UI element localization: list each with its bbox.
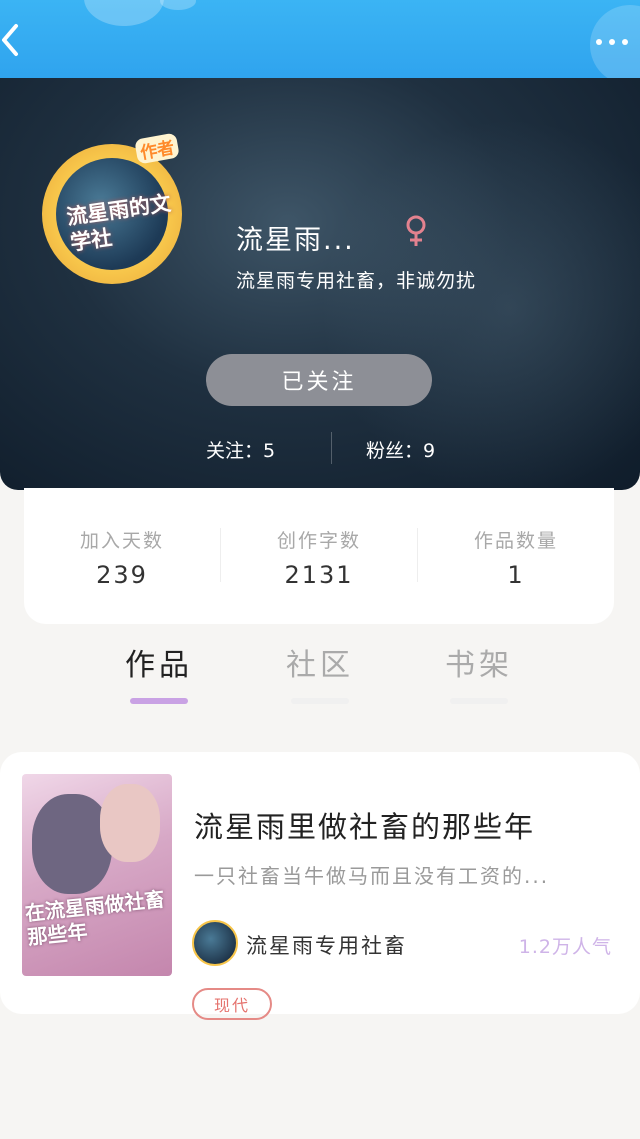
genre-tag[interactable]: 现代: [192, 988, 272, 1020]
tab-bar: 作品 社区 书架: [0, 640, 640, 710]
tab-label: 作品: [125, 648, 193, 683]
popularity: 1.2万人气: [518, 936, 612, 958]
follow-stats: 关注：5 粉丝：9: [0, 430, 640, 466]
author-badge: 作者: [134, 132, 180, 165]
signature: 流星雨专用社畜，非诚勿扰: [236, 270, 477, 292]
stat-label: 创作字数: [276, 530, 361, 552]
book-cover[interactable]: 在流星雨做社畜那些年: [22, 774, 172, 976]
following-count[interactable]: 关注：5: [206, 436, 275, 463]
more-dot-icon: [596, 39, 602, 45]
tab-indicator: [450, 698, 508, 704]
tab-indicator: [291, 698, 349, 704]
cover-figure: [100, 784, 160, 862]
fans-count[interactable]: 粉丝：9: [366, 436, 435, 463]
profile-header: 流星雨的文学社 作者 流星雨... 流星雨专用社畜，非诚勿扰 已关注 关注：5 …: [0, 78, 640, 490]
stat-label: 作品数量: [473, 530, 558, 552]
stat-label: 加入天数: [79, 530, 164, 552]
tab-label: 书架: [445, 648, 513, 683]
stat-join-days: 加入天数 239: [24, 526, 220, 589]
tab-community[interactable]: 社区: [275, 640, 365, 704]
decor-bubble: [84, 0, 164, 26]
more-dot-icon: [622, 39, 628, 45]
top-bar: [0, 0, 640, 80]
author-avatar[interactable]: [192, 920, 238, 966]
stat-value: 239: [96, 561, 148, 589]
tab-bookshelf[interactable]: 书架: [434, 640, 524, 704]
works-list: 在流星雨做社畜那些年 流星雨里做社畜的那些年 一只社畜当牛做马而且没有工资的..…: [0, 722, 640, 1139]
tab-label: 社区: [286, 648, 354, 683]
more-menu-button[interactable]: [596, 30, 640, 54]
book-description: 一只社畜当牛做马而且没有工资的...: [194, 864, 550, 888]
chevron-left-icon: [2, 24, 18, 56]
tab-works[interactable]: 作品: [114, 640, 204, 704]
back-button[interactable]: [0, 20, 30, 60]
stats-card: 加入天数 239 创作字数 2131 作品数量 1: [24, 488, 614, 624]
author-row: 流星雨专用社畜 1.2万人气: [192, 920, 612, 966]
more-dot-icon: [609, 39, 615, 45]
female-icon: [406, 215, 426, 246]
follow-button[interactable]: 已关注: [206, 354, 432, 406]
divider: [331, 432, 332, 464]
work-card[interactable]: 在流星雨做社畜那些年 流星雨里做社畜的那些年 一只社畜当牛做马而且没有工资的..…: [0, 752, 640, 1020]
author-name[interactable]: 流星雨专用社畜: [246, 930, 407, 960]
book-title[interactable]: 流星雨里做社畜的那些年: [194, 804, 535, 846]
stat-works-count: 作品数量 1: [418, 526, 614, 589]
decor-bubble: [160, 0, 196, 10]
stat-value: 2131: [284, 561, 354, 589]
tab-indicator: [130, 698, 188, 704]
nickname: 流星雨...: [236, 225, 355, 256]
stat-word-count: 创作字数 2131: [221, 526, 417, 589]
stat-value: 1: [507, 561, 525, 589]
avatar[interactable]: 流星雨的文学社 作者: [38, 126, 188, 284]
cover-title: 在流星雨做社畜那些年: [23, 886, 166, 950]
